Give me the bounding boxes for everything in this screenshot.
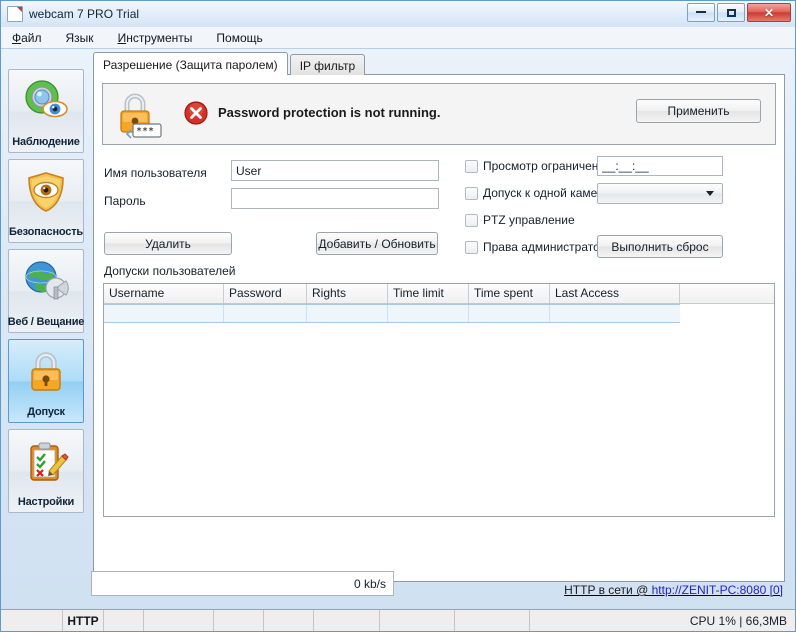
http-network-link[interactable]: HTTP в сети @ http://ZENIT-PC:8080 [0] [564,583,783,597]
tab-panel: *** Password protection is not running. … [93,74,785,582]
svg-text:***: *** [136,126,154,137]
tab-strip: Разрешение (Защита паролем) IP фильтр [93,52,367,75]
sidebar-item-label: Настройки [17,496,75,508]
cell-rights [307,305,388,322]
sidebar-item-monitoring[interactable]: Наблюдение [8,69,84,153]
status-cell-http: HTTP [63,610,104,631]
status-cell-3 [144,610,214,631]
checkbox-view-limited[interactable] [465,160,478,173]
time-limit-input[interactable] [597,156,723,176]
sidebar-item-label: Безопасность [9,226,83,238]
column-header-username[interactable]: Username [104,284,224,303]
password-input[interactable] [231,188,439,209]
error-cross-icon [184,101,208,125]
bandwidth-value: 0 kb/s [353,576,386,591]
main-body: Наблюдение Безопасность Веб / Вещание До… [1,49,795,609]
status-cell-4 [214,610,264,631]
sidebar-item-label: Допуск [27,406,65,418]
menu-item-help[interactable]: Помощь [213,30,265,46]
bandwidth-indicator: 0 kb/s [91,571,394,596]
close-button[interactable]: ✕ [747,3,791,22]
tab-ip-filter[interactable]: IP фильтр [289,54,366,75]
minimize-icon [696,10,706,13]
chevron-down-icon [706,191,714,196]
maximize-button[interactable] [717,3,745,22]
table-row[interactable] [104,304,680,323]
status-cell-7 [380,610,455,631]
checkbox-single-camera-label: Допуск к одной камере [483,186,598,200]
checkbox-admin-rights[interactable] [465,241,478,254]
menu-bar: Файл Язык Инструменты Помощь [1,27,795,49]
column-header-password[interactable]: Password [224,284,307,303]
status-cell-2 [104,610,144,631]
padlock-icon [31,352,61,391]
sidebar: Наблюдение Безопасность Веб / Вещание До… [1,49,89,609]
window-controls: ✕ [687,3,791,22]
status-message: Password protection is not running. [218,105,441,120]
grid-caption: Допуски пользователей [104,264,236,278]
app-icon [7,6,23,22]
sidebar-item-access[interactable]: Допуск [8,339,84,423]
username-input[interactable] [231,160,439,181]
menu-item-language[interactable]: Язык [63,30,97,46]
column-header-time-spent[interactable]: Time spent [469,284,550,303]
title-bar: webcam 7 PRO Trial ✕ [1,1,795,27]
camera-select[interactable] [597,183,723,204]
content-area: Разрешение (Защита паролем) IP фильтр **… [89,49,793,609]
checkbox-admin-rights-label: Права администратора [483,240,598,254]
application-window: webcam 7 PRO Trial ✕ Файл Язык Инструмен… [0,0,796,632]
column-header-time-limit[interactable]: Time limit [388,284,469,303]
username-label: Имя пользователя [104,166,207,180]
http-link-prefix: HTTP в сети @ [564,583,652,597]
checkbox-ptz-control-label: PTZ управление [483,213,575,227]
http-link-url: http://ZENIT-PC:8080 [0] [651,583,783,597]
menu-item-tools[interactable]: Инструменты [115,30,196,46]
sidebar-item-label: Веб / Вещание [7,316,85,328]
cell-time-spent [469,305,550,322]
delete-button[interactable]: Удалить [104,232,232,255]
password-label: Пароль [104,194,146,208]
sidebar-item-label: Наблюдение [12,136,80,148]
reset-button[interactable]: Выполнить сброс [597,235,723,258]
checkbox-single-camera[interactable] [465,187,478,200]
status-cell-0 [1,610,63,631]
checkbox-view-limited-label: Просмотр ограничен [483,159,598,173]
column-header-rights[interactable]: Rights [307,284,388,303]
status-cell-5 [264,610,314,631]
add-update-button[interactable]: Добавить / Обновить [316,232,438,255]
user-permissions-table[interactable]: Username Password Rights Time limit Time… [103,283,775,517]
cell-time-limit [388,305,469,322]
column-header-last-access[interactable]: Last Access [550,284,680,303]
monitoring-eye-icon [25,80,68,118]
sidebar-item-web-broadcast[interactable]: Веб / Вещание [8,249,84,333]
password-status-box: *** Password protection is not running. … [102,83,776,145]
padlock-password-icon: *** [120,93,162,139]
cell-last-access [550,305,680,322]
sidebar-item-security[interactable]: Безопасность [8,159,84,243]
cell-username [104,305,224,322]
sidebar-item-settings[interactable]: Настройки [8,429,84,513]
shield-eye-icon [28,172,64,212]
status-cell-6 [314,610,380,631]
cell-password [224,305,307,322]
table-header-row: Username Password Rights Time limit Time… [104,284,774,304]
checkbox-ptz-control[interactable] [465,214,478,227]
status-cell-8 [455,610,530,631]
clipboard-pencil-icon [30,442,69,481]
status-bar: HTTP CPU 1% | 66,3MB [1,609,795,631]
window-title: webcam 7 PRO Trial [29,7,140,21]
menu-item-file[interactable]: Файл [9,30,45,46]
apply-button[interactable]: Применить [636,99,761,123]
tab-permissions[interactable]: Разрешение (Защита паролем) [93,52,288,75]
status-cell-resources: CPU 1% | 66,3MB [689,613,787,628]
globe-satellite-icon [25,261,69,300]
maximize-icon [726,8,736,17]
minimize-button[interactable] [687,3,715,22]
